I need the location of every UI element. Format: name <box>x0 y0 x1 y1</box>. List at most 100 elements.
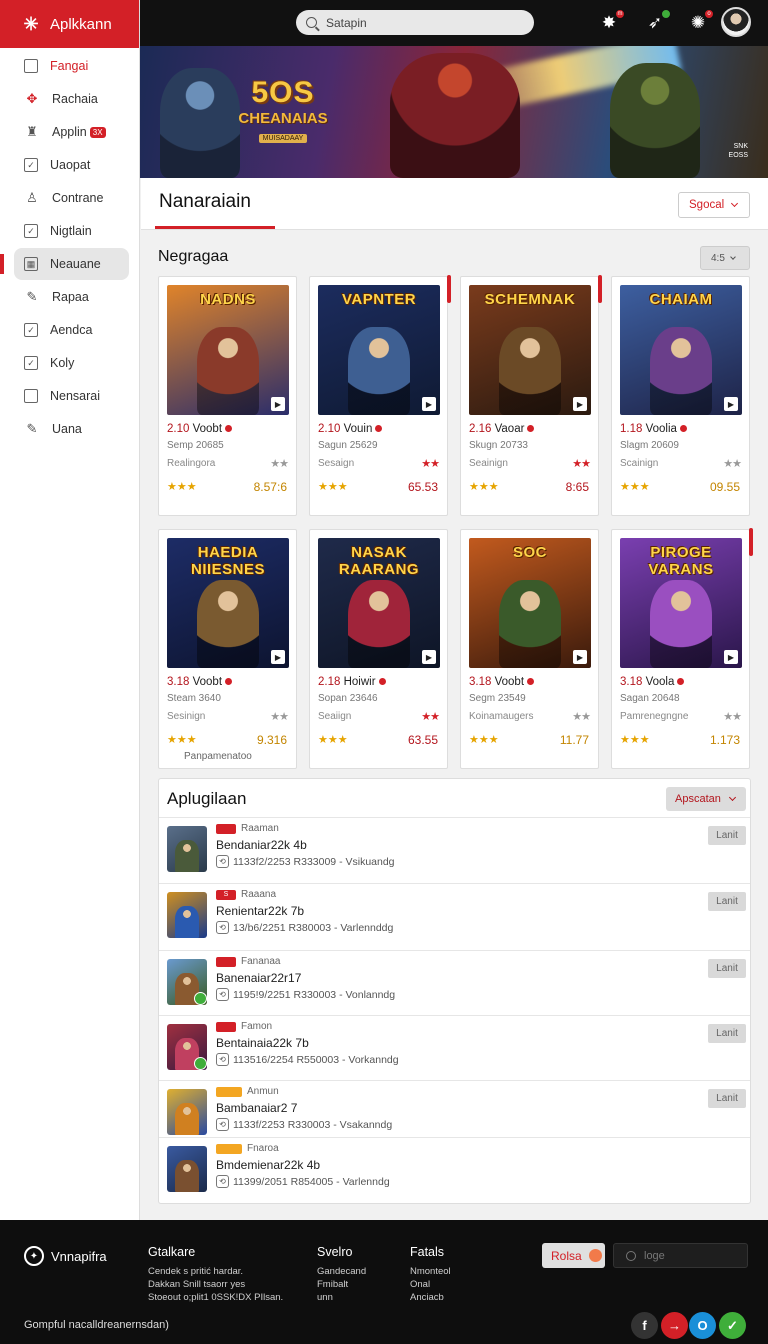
play-icon[interactable]: ▶ <box>271 650 285 664</box>
page-filter-select[interactable]: Sgocal <box>678 192 750 218</box>
sidebar-item[interactable]: ♙ Contrane <box>14 182 129 214</box>
game-card[interactable]: VAPNTER ▶ 2.10 Vouin Sagun 25629 Sesaign ★★ ★★… <box>309 275 451 516</box>
star-rating: ★★★ <box>620 734 650 746</box>
game-thumbnail[interactable]: PIROGE VARANS ▶ <box>620 538 742 668</box>
app-character <box>175 906 199 938</box>
game-label: Koinamaugers <box>469 711 534 722</box>
app-title: Aplkkann <box>50 15 112 33</box>
video-badge-icon <box>216 823 236 834</box>
game-thumbnail[interactable]: SCHEMNAK ▶ <box>469 285 591 415</box>
sidebar-item[interactable]: ✎ Uana <box>14 413 129 445</box>
game-thumbnail[interactable]: NASAK RAARANG ▶ <box>318 538 440 668</box>
rating-marks: ★★ <box>572 711 591 723</box>
sidebar-item[interactable]: ♜ Applin 3X <box>14 116 129 148</box>
game-thumbnail[interactable]: NADNS ▶ <box>167 285 289 415</box>
game-card[interactable]: HAEDIA NIIESNES ▶ 3.18 Voobt Steam 3640 Sesi… <box>158 529 297 769</box>
section-title: Negragaa <box>158 248 229 265</box>
list-item[interactable]: Fananaa Banenaiar22r17 ⟲ 1195!9/2251 R33000… <box>159 950 750 1016</box>
gamepad-icon[interactable]: ➶ <box>644 9 671 34</box>
sidebar-item[interactable]: Nensarai <box>14 380 129 412</box>
game-thumbnail[interactable]: HAEDIA NIIESNES ▶ <box>167 538 289 668</box>
game-price: 65.53 <box>407 480 438 494</box>
play-icon[interactable]: ▶ <box>422 650 436 664</box>
play-icon[interactable]: ▶ <box>422 397 436 411</box>
footer-search-input[interactable]: loge <box>613 1243 748 1268</box>
sidebar-item[interactable]: ✓ Koly <box>14 347 129 379</box>
play-icon[interactable]: ▶ <box>724 650 738 664</box>
game-label: Sesaign <box>318 458 355 469</box>
game-name: Hoiwir <box>343 676 376 688</box>
video-badge-icon <box>216 1143 242 1154</box>
app-character <box>175 840 199 872</box>
game-character <box>650 327 712 415</box>
list-item[interactable]: Fnaroa Bmdemienar22k 4b ⟲ 11399/2051 R85400… <box>159 1137 750 1201</box>
hero-tag: SNK EOSS <box>729 142 748 160</box>
whatsapp-icon[interactable]: ✓ <box>719 1312 746 1339</box>
play-icon[interactable]: ▶ <box>271 397 285 411</box>
notification-badge <box>661 9 671 19</box>
game-card[interactable]: SOC ▶ 3.18 Voobt Segm 23549 Koinamaugers ★★ ★★… <box>460 529 599 769</box>
youtube-icon[interactable]: → <box>661 1312 688 1339</box>
grid-icon: ▦ <box>24 257 38 271</box>
footer-link[interactable]: Gandecand <box>317 1265 366 1278</box>
game-price: 9.316 <box>256 733 287 747</box>
footer-link[interactable]: Nmonteol <box>410 1265 451 1278</box>
square-icon <box>24 389 38 403</box>
item-action-button[interactable]: Lanit <box>708 1024 746 1043</box>
game-card[interactable]: CHAIAM ▶ 1.18 Voolia Slagm 20609 Scainign ★★ ★… <box>611 276 750 516</box>
item-action-button[interactable]: Lanit <box>708 1089 746 1108</box>
footer-logo[interactable]: ✦ Vnnapifra <box>24 1246 107 1266</box>
play-icon[interactable]: ▶ <box>573 650 587 664</box>
game-price-line: 1.18 Voolia <box>620 423 687 435</box>
list-item[interactable]: S Raaana Renientar22k 7b ⟲ 13/b6/2251 R38000… <box>159 883 750 949</box>
game-price-tag: 2.10 <box>318 423 341 435</box>
game-price-line: 3.18 Voobt <box>469 676 535 688</box>
sidebar-item[interactable]: ✓ Nigtlain <box>14 215 129 247</box>
facebook-icon[interactable]: f <box>631 1312 658 1339</box>
hero-banner[interactable]: 5OS CHEANAIAS MUISADAAY SNK EOSS <box>140 46 768 178</box>
featured-flag <box>598 275 602 303</box>
play-icon[interactable]: ▶ <box>573 397 587 411</box>
game-card[interactable]: SCHEMNAK ▶ 2.16 Vaoar Skugn 20733 Seainign ★★… <box>460 275 602 516</box>
game-price-line: 2.10 Voobt <box>167 423 233 435</box>
footer-column-heading: Fatals <box>410 1245 445 1259</box>
twitter-icon[interactable]: O <box>689 1312 716 1339</box>
avatar[interactable] <box>721 7 751 37</box>
bell-icon[interactable]: ✺ o <box>687 9 714 34</box>
puzzle-icon[interactable]: ✸ m <box>598 9 625 34</box>
search-input[interactable]: Satapin <box>296 10 534 35</box>
grid-sort-select[interactable]: 4:5 <box>700 246 750 270</box>
game-thumbnail[interactable]: CHAIAM ▶ <box>620 285 742 415</box>
list-filter-select[interactable]: Apscatan <box>666 787 746 811</box>
game-name: Vaoar <box>494 423 525 435</box>
item-action-button[interactable]: Lanit <box>708 959 746 978</box>
app-brand[interactable]: ✳ Aplkkann <box>0 0 139 48</box>
list-item[interactable]: Raaman Bendaniar22k 4b ⟲ 1133f2/2253 R33300… <box>159 817 750 883</box>
game-card[interactable]: NASAK RAARANG ▶ 2.18 Hoiwir Sopan 23646 Seai… <box>309 529 448 769</box>
footer-link[interactable]: Onal <box>410 1278 451 1291</box>
game-price: 09.55 <box>709 480 740 494</box>
footer-link[interactable]: Stoeout o;plit1 0SSK!DX PIlsan. <box>148 1291 283 1304</box>
item-action-button[interactable]: Lanit <box>708 892 746 911</box>
game-card[interactable]: PIROGE VARANS ▶ 3.18 Voola Sagan 20648 Pamre… <box>611 528 753 769</box>
play-icon[interactable]: ▶ <box>724 397 738 411</box>
video-badge-icon: S <box>216 889 236 900</box>
sidebar-item[interactable]: ✓ Aendca <box>14 314 129 346</box>
sidebar-item[interactable]: ✥ Rachaia <box>14 83 129 115</box>
sidebar-item[interactable]: ▦ Neauane <box>0 248 129 280</box>
footer-link[interactable]: unn <box>317 1291 366 1304</box>
footer-link[interactable]: Fmibalt <box>317 1278 366 1291</box>
footer-action-button[interactable]: Rolsa <box>542 1243 605 1268</box>
footer-link[interactable]: Dakkan Snill tsaorr yes <box>148 1278 283 1291</box>
item-action-button[interactable]: Lanit <box>708 826 746 845</box>
star-rating: ★★★ <box>469 481 499 493</box>
footer-link[interactable]: Cendek s pritić hardar. <box>148 1265 283 1278</box>
sidebar-item[interactable]: Fangai <box>14 50 129 82</box>
list-item[interactable]: Famon Bentainaia22k 7b ⟲ 113516/2254 R55000… <box>159 1015 750 1081</box>
game-card[interactable]: NADNS ▶ 2.10 Voobt Semp 20685 Realingora ★★ ★★… <box>158 276 297 516</box>
sidebar-item[interactable]: ✓ Uaopat <box>14 149 129 181</box>
sidebar-item[interactable]: ✎ Rapaa <box>14 281 129 313</box>
footer-link[interactable]: Anciacb <box>410 1291 451 1304</box>
game-thumbnail[interactable]: SOC ▶ <box>469 538 591 668</box>
game-thumbnail[interactable]: VAPNTER ▶ <box>318 285 440 415</box>
